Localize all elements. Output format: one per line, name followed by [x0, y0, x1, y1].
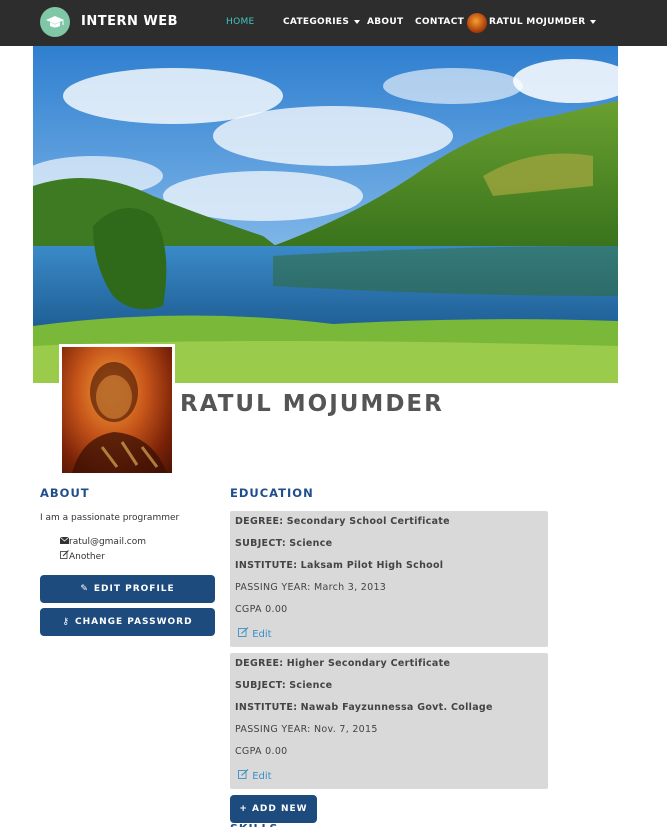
brand-logo[interactable]: [40, 7, 70, 37]
profile-photo: [62, 347, 172, 473]
institute-line: INSTITUTE: Nawab Fayzunnessa Govt. Colla…: [235, 702, 493, 713]
institute-label: INSTITUTE:: [235, 702, 298, 713]
edit-icon: ✎: [80, 584, 89, 594]
edit-profile-button[interactable]: ✎ EDIT PROFILE: [40, 575, 215, 603]
email-text: ratul@gmail.com: [69, 537, 147, 547]
cgpa-label: CGPA: [235, 746, 262, 757]
nav-user-name: RATUL MOJUMDER: [489, 17, 586, 27]
cgpa-line: CGPA 0.00: [235, 604, 288, 615]
other-line: Another: [60, 550, 105, 562]
education-edit-link[interactable]: Edit: [238, 627, 272, 640]
degree-line: DEGREE: Higher Secondary Certificate: [235, 658, 450, 669]
nav-about[interactable]: ABOUT: [367, 17, 403, 27]
cgpa-label: CGPA: [235, 604, 262, 615]
institute-line: INSTITUTE: Laksam Pilot High School: [235, 560, 443, 571]
edit-icon: [238, 769, 252, 782]
degree-line: DEGREE: Secondary School Certificate: [235, 516, 450, 527]
subject-value: Science: [289, 680, 333, 691]
cgpa-line: CGPA 0.00: [235, 746, 288, 757]
edit-label: Edit: [252, 771, 272, 782]
education-card: DEGREE: Secondary School Certificate SUB…: [230, 511, 548, 647]
degree-label: DEGREE:: [235, 516, 284, 527]
passing-label: PASSING YEAR:: [235, 582, 311, 593]
graduation-cap-icon: [46, 16, 64, 28]
about-bio: I am a passionate programmer: [40, 513, 180, 523]
passing-value: Nov. 7, 2015: [314, 724, 378, 735]
education-edit-link[interactable]: Edit: [238, 769, 272, 782]
passing-value: March 3, 2013: [314, 582, 387, 593]
nav-home[interactable]: HOME: [226, 17, 255, 27]
subject-line: SUBJECT: Science: [235, 680, 332, 691]
edit-icon: [238, 627, 252, 640]
subject-label: SUBJECT:: [235, 680, 286, 691]
edit-profile-label: EDIT PROFILE: [93, 584, 175, 594]
change-password-button[interactable]: ⚷ CHANGE PASSWORD: [40, 608, 215, 636]
plus-icon: +: [239, 804, 248, 814]
caret-down-icon: [354, 19, 361, 24]
education-heading: EDUCATION: [230, 486, 314, 500]
institute-value: Laksam Pilot High School: [300, 560, 444, 571]
subject-label: SUBJECT:: [235, 538, 286, 549]
passing-line: PASSING YEAR: March 3, 2013: [235, 582, 386, 593]
add-education-button[interactable]: + ADD NEW: [230, 795, 317, 823]
nav-categories[interactable]: CATEGORIES: [283, 17, 361, 27]
institute-value: Nawab Fayzunnessa Govt. Collage: [300, 702, 493, 713]
institute-label: INSTITUTE:: [235, 560, 298, 571]
passing-line: PASSING YEAR: Nov. 7, 2015: [235, 724, 378, 735]
change-password-label: CHANGE PASSWORD: [75, 617, 193, 627]
edit-icon: [60, 550, 69, 562]
other-text: Another: [69, 552, 105, 562]
envelope-icon: [59, 536, 70, 547]
education-card: DEGREE: Higher Secondary Certificate SUB…: [230, 653, 548, 789]
cgpa-value: 0.00: [265, 604, 288, 615]
nav-user-avatar[interactable]: [467, 13, 487, 33]
about-heading: ABOUT: [40, 486, 90, 500]
profile-picture: [59, 344, 175, 476]
nav-categories-label: CATEGORIES: [283, 17, 350, 27]
cover-photo: [33, 46, 618, 383]
edit-label: Edit: [252, 629, 272, 640]
email-line: ratul@gmail.com: [59, 536, 147, 547]
skills-heading: SKILLS: [230, 822, 278, 827]
subject-line: SUBJECT: Science: [235, 538, 332, 549]
key-icon: ⚷: [62, 617, 70, 627]
passing-label: PASSING YEAR:: [235, 724, 311, 735]
caret-down-icon: [590, 19, 597, 24]
subject-value: Science: [289, 538, 333, 549]
nav-user-menu[interactable]: RATUL MOJUMDER: [489, 17, 597, 27]
brand-name[interactable]: INTERN WEB: [81, 14, 178, 29]
nav-contact[interactable]: CONTACT: [415, 17, 464, 27]
cgpa-value: 0.00: [265, 746, 288, 757]
degree-value: Higher Secondary Certificate: [286, 658, 451, 669]
profile-name: RATUL MOJUMDER: [180, 391, 444, 417]
degree-label: DEGREE:: [235, 658, 284, 669]
add-new-label: ADD NEW: [251, 804, 308, 814]
navbar: INTERN WEB HOME CATEGORIES ABOUT CONTACT…: [0, 0, 667, 46]
degree-value: Secondary School Certificate: [286, 516, 450, 527]
